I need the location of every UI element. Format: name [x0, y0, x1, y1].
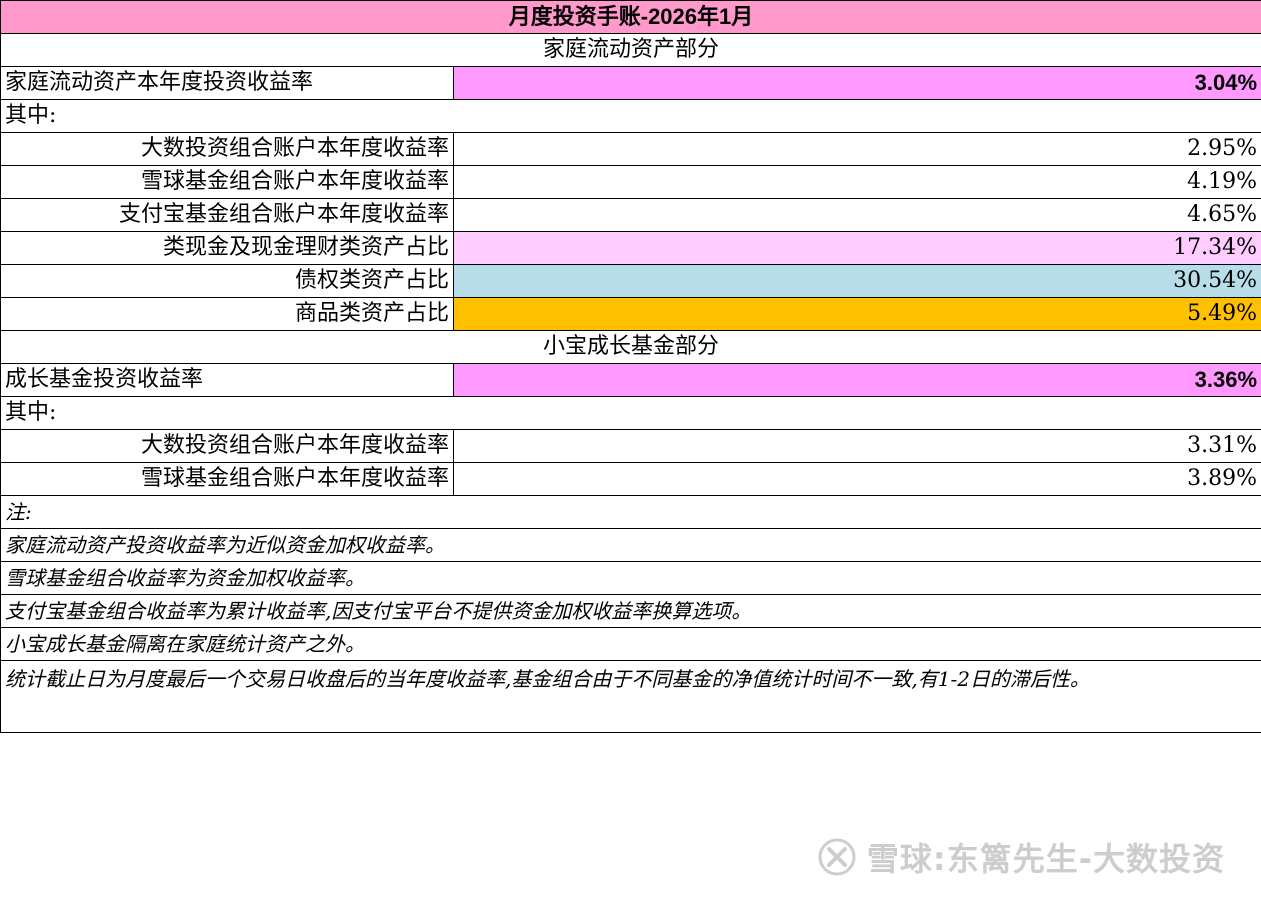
row-label: 雪球基金组合账户本年度收益率: [0, 462, 454, 496]
note-item: 雪球基金组合收益率为资金加权收益率。: [0, 561, 1261, 595]
row-label: 大数投资组合账户本年度收益率: [0, 429, 454, 463]
table-row: 大数投资组合账户本年度收益率 2.95%: [0, 132, 1261, 166]
row-label: 类现金及现金理财类资产占比: [0, 231, 454, 265]
row-value: 4.19%: [452, 165, 1261, 199]
note-item: 小宝成长基金隔离在家庭统计资产之外。: [0, 627, 1261, 661]
snowball-logo-icon: [818, 838, 856, 876]
table-row: 雪球基金组合账户本年度收益率 3.89%: [0, 462, 1261, 496]
growth-total-row: 成长基金投资收益率 3.36%: [0, 363, 1261, 397]
watermark-text: 雪球:东篱先生-大数投资: [866, 840, 1225, 878]
bond-ratio-value: 30.54%: [452, 264, 1261, 298]
row-value: 4.65%: [452, 198, 1261, 232]
table-row: 支付宝基金组合账户本年度收益率 4.65%: [0, 198, 1261, 232]
family-section-row: 家庭流动资产部分: [0, 33, 1261, 67]
note-item: 支付宝基金组合收益率为累计收益率,因支付宝平台不提供资金加权收益率换算选项。: [0, 594, 1261, 628]
ledger-table: 月度投资手账-2026年1月 家庭流动资产部分 家庭流动资产本年度投资收益率 3…: [0, 0, 1261, 733]
row-label: 大数投资组合账户本年度收益率: [0, 132, 454, 166]
row-label: 商品类资产占比: [0, 297, 454, 331]
row-value: 3.89%: [452, 462, 1261, 496]
note-row: 雪球基金组合收益率为资金加权收益率。: [0, 561, 1261, 595]
family-total-row: 家庭流动资产本年度投资收益率 3.04%: [0, 66, 1261, 100]
table-row: 大数投资组合账户本年度收益率 3.31%: [0, 429, 1261, 463]
notes-header-row: 注:: [0, 495, 1261, 529]
sheet-title: 月度投资手账-2026年1月: [0, 0, 1261, 34]
growth-section-label: 小宝成长基金部分: [0, 330, 1261, 364]
family-section-label: 家庭流动资产部分: [0, 33, 1261, 67]
family-total-value: 3.04%: [452, 66, 1261, 100]
table-row: 债权类资产占比 30.54%: [0, 264, 1261, 298]
cash-ratio-value: 17.34%: [452, 231, 1261, 265]
note-item: 统计截止日为月度最后一个交易日收盘后的当年度收益率,基金组合由于不同基金的净值统…: [0, 660, 1261, 733]
commodity-ratio-value: 5.49%: [452, 297, 1261, 331]
growth-total-value: 3.36%: [452, 363, 1261, 397]
note-item: 家庭流动资产投资收益率为近似资金加权收益率。: [0, 528, 1261, 562]
row-value: 2.95%: [452, 132, 1261, 166]
note-row: 支付宝基金组合收益率为累计收益率,因支付宝平台不提供资金加权收益率换算选项。: [0, 594, 1261, 628]
growth-section-row: 小宝成长基金部分: [0, 330, 1261, 364]
row-value: 3.31%: [452, 429, 1261, 463]
ledger-sheet: 月度投资手账-2026年1月 家庭流动资产部分 家庭流动资产本年度投资收益率 3…: [0, 0, 1261, 733]
watermark: 雪球:东篱先生-大数投资: [817, 834, 1225, 880]
growth-total-label: 成长基金投资收益率: [0, 363, 454, 397]
family-sub-row: 其中:: [0, 99, 1261, 133]
row-label: 支付宝基金组合账户本年度收益率: [0, 198, 454, 232]
row-label: 债权类资产占比: [0, 264, 454, 298]
family-total-label: 家庭流动资产本年度投资收益率: [0, 66, 454, 100]
note-row: 小宝成长基金隔离在家庭统计资产之外。: [0, 627, 1261, 661]
note-row: 统计截止日为月度最后一个交易日收盘后的当年度收益率,基金组合由于不同基金的净值统…: [0, 660, 1261, 733]
family-sub-label: 其中:: [0, 99, 1261, 133]
notes-header: 注:: [0, 495, 1261, 529]
note-row: 家庭流动资产投资收益率为近似资金加权收益率。: [0, 528, 1261, 562]
row-label: 雪球基金组合账户本年度收益率: [0, 165, 454, 199]
table-row: 类现金及现金理财类资产占比 17.34%: [0, 231, 1261, 265]
growth-sub-row: 其中:: [0, 396, 1261, 430]
table-row: 商品类资产占比 5.49%: [0, 297, 1261, 331]
title-row: 月度投资手账-2026年1月: [0, 0, 1261, 34]
table-row: 雪球基金组合账户本年度收益率 4.19%: [0, 165, 1261, 199]
growth-sub-label: 其中:: [0, 396, 1261, 430]
